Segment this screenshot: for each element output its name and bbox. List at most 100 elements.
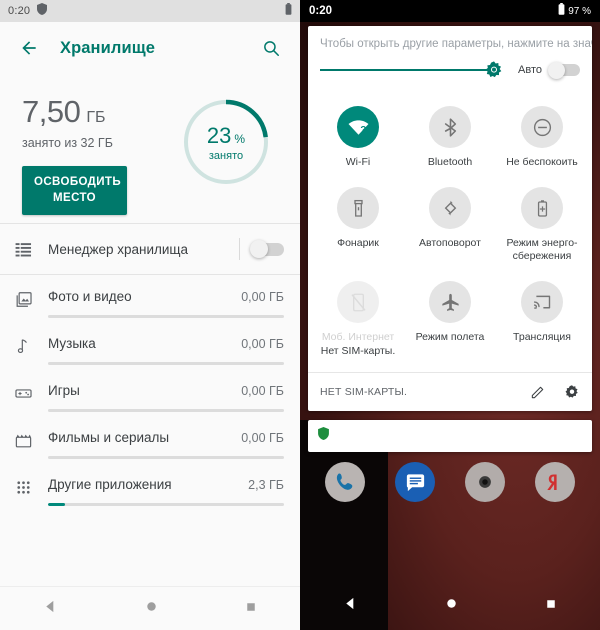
category-progress-bar <box>48 456 284 460</box>
auto-brightness-toggle[interactable] <box>548 61 580 79</box>
flashlight-icon <box>337 187 379 230</box>
storage-used-row: 7,50 ГБ <box>22 94 178 130</box>
category-body: Игры 0,00 ГБ <box>48 369 284 413</box>
messages-icon[interactable] <box>395 462 435 502</box>
category-row-other-apps[interactable]: Другие приложения 2,3 ГБ <box>0 463 300 510</box>
camera-icon[interactable] <box>465 462 505 502</box>
category-progress-bar <box>48 315 284 319</box>
category-top-row: Музыка 0,00 ГБ <box>48 336 284 351</box>
battery-percent: 97 % <box>568 5 591 17</box>
yandex-icon[interactable] <box>535 462 575 502</box>
app-bar: Хранилище <box>0 22 300 74</box>
storage-used-unit: ГБ <box>86 109 106 126</box>
category-row-movies[interactable]: Фильмы и сериалы 0,00 ГБ <box>0 416 300 463</box>
category-label: Фото и видео <box>48 289 132 305</box>
category-label: Фильмы и сериалы <box>48 430 170 446</box>
tile-airplane-mode[interactable]: Режим полета <box>404 273 496 367</box>
category-top-row: Фото и видео 0,00 ГБ <box>48 289 284 304</box>
storage-manager-row[interactable]: Менеджер хранилища <box>0 224 300 274</box>
category-top-row: Игры 0,00 ГБ <box>48 383 284 398</box>
brightness-slider[interactable] <box>320 60 506 80</box>
category-value: 0,00 ГБ <box>241 431 284 446</box>
nav-back-icon[interactable] <box>343 596 358 616</box>
donut-percent-sign: % <box>234 131 246 146</box>
category-body: Фильмы и сериалы 0,00 ГБ <box>48 416 284 460</box>
category-label: Музыка <box>48 336 96 352</box>
category-row-music[interactable]: Музыка 0,00 ГБ <box>0 322 300 369</box>
left-phone-storage-settings: 0:20 Хранилище 7,50 ГБ занято из 32 ГБ О… <box>0 0 300 630</box>
dual-phone-screenshot: 0:20 Хранилище 7,50 ГБ занято из 32 ГБ О… <box>0 0 600 630</box>
airplane-icon <box>429 281 471 324</box>
brightness-sun-icon[interactable] <box>484 60 504 85</box>
category-value: 0,00 ГБ <box>241 337 284 352</box>
tile-flashlight[interactable]: Фонарик <box>312 179 404 273</box>
tile-label: Wi-Fi <box>345 156 371 168</box>
tile-label: Фонарик <box>337 237 379 250</box>
tile-label: Автоповорот <box>419 237 481 250</box>
tile-label: Режим энерго-сбережения <box>506 237 578 263</box>
nav-recents-icon[interactable] <box>545 597 557 615</box>
row-divider <box>239 238 240 261</box>
auto-rotate-icon <box>429 187 471 230</box>
category-body: Другие приложения 2,3 ГБ <box>48 463 284 507</box>
tile-auto-rotate[interactable]: Автоповорот <box>404 179 496 273</box>
tile-battery-saver[interactable]: Режим энерго-сбережения <box>496 179 588 273</box>
brightness-row: Авто <box>308 50 592 92</box>
category-progress-bar <box>48 362 284 366</box>
wifi-question-icon: ? <box>337 106 379 148</box>
donut-percent-row: 23 % <box>207 123 245 149</box>
battery-icon <box>285 2 292 20</box>
cast-icon <box>521 281 563 324</box>
nav-back-icon[interactable] <box>43 599 58 619</box>
phone-icon[interactable] <box>325 462 365 502</box>
left-status-bar: 0:20 <box>0 0 300 22</box>
category-row-games[interactable]: Игры 0,00 ГБ <box>0 369 300 416</box>
tile-wifi[interactable]: ? Wi-Fi <box>312 98 404 179</box>
nav-home-icon[interactable] <box>145 600 158 618</box>
storage-category-list: Менеджер хранилища Фото и видео 0,00 ГБ … <box>0 224 300 586</box>
storage-summary-text: 7,50 ГБ занято из 32 ГБ ОСВОБОДИТЬ МЕСТО <box>22 90 178 216</box>
auto-brightness-label: Авто <box>518 64 542 76</box>
brightness-track <box>320 69 493 71</box>
tile-bluetooth[interactable]: Bluetooth <box>404 98 496 179</box>
category-body: Музыка 0,00 ГБ <box>48 322 284 366</box>
storage-manager-body: Менеджер хранилища <box>48 238 284 261</box>
storage-summary: 7,50 ГБ занято из 32 ГБ ОСВОБОДИТЬ МЕСТО… <box>0 74 300 223</box>
gear-icon[interactable] <box>564 384 580 400</box>
free-up-space-button[interactable]: ОСВОБОДИТЬ МЕСТО <box>22 166 127 216</box>
category-body: Фото и видео 0,00 ГБ <box>48 275 284 319</box>
category-label: Другие приложения <box>48 477 172 493</box>
category-progress-fill <box>48 503 65 507</box>
category-label: Игры <box>48 383 80 399</box>
storage-used-value: 7,50 <box>22 94 81 129</box>
nav-home-icon[interactable] <box>445 597 458 615</box>
right-navigation-bar <box>300 582 600 630</box>
right-phone-quick-settings: 0:20 97 % Чтобы открыть другие параметры… <box>300 0 600 630</box>
notification-card[interactable] <box>308 420 592 452</box>
tile-mobile-data[interactable]: Моб. Интернет Нет SIM-карты. <box>312 273 404 367</box>
sim-status-text: НЕТ SIM-КАРТЫ. <box>320 385 408 398</box>
storage-manager-toggle[interactable] <box>250 240 284 259</box>
category-value: 0,00 ГБ <box>241 290 284 305</box>
status-clock: 0:20 <box>309 5 333 17</box>
tile-cast[interactable]: Трансляция <box>496 273 588 367</box>
quick-settings-shade: Чтобы открыть другие параметры, нажмите … <box>308 26 592 411</box>
photo-icon <box>14 275 48 309</box>
tile-do-not-disturb[interactable]: Не беспокоить <box>496 98 588 179</box>
pencil-icon[interactable] <box>530 384 546 400</box>
do-not-disturb-icon <box>521 106 563 148</box>
search-icon[interactable] <box>256 33 286 63</box>
svg-text:?: ? <box>360 124 366 135</box>
shield-icon <box>37 2 48 20</box>
category-row-photos[interactable]: Фото и видео 0,00 ГБ <box>0 275 300 322</box>
music-note-icon <box>14 322 48 356</box>
tile-label: Моб. Интернет <box>321 331 395 344</box>
left-navigation-bar <box>0 586 300 630</box>
nav-recents-icon[interactable] <box>245 600 257 618</box>
mobile-data-off-icon <box>337 281 379 324</box>
back-arrow-icon[interactable] <box>14 33 44 63</box>
donut-center-text: 23 % занято <box>178 94 274 190</box>
shade-footer: НЕТ SIM-КАРТЫ. <box>308 371 592 411</box>
green-shield-icon <box>318 427 329 445</box>
tile-label: Не беспокоить <box>506 156 578 168</box>
